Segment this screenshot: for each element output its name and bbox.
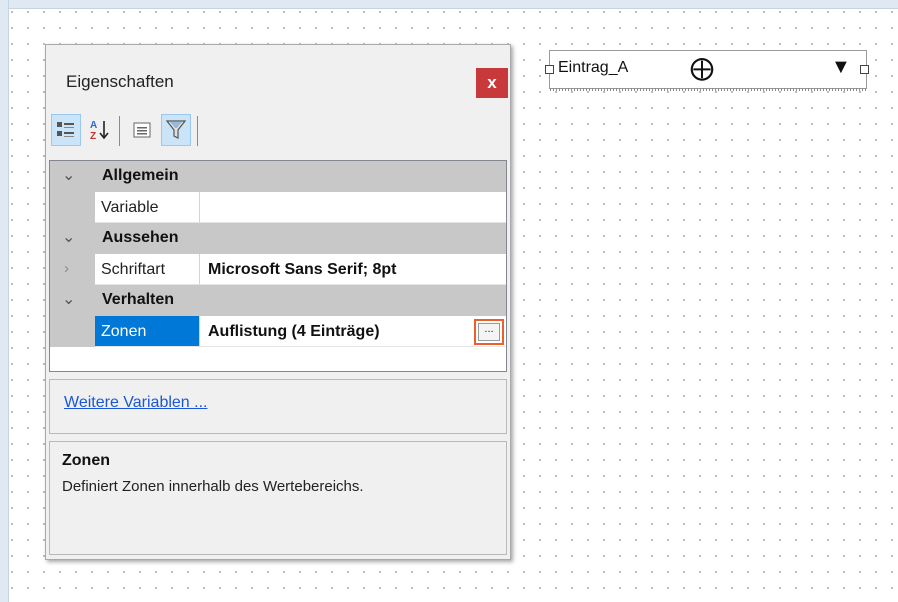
panel-toolbar: A Z	[49, 110, 507, 152]
category-label: Verhalten	[102, 291, 175, 308]
toolbar-separator	[119, 116, 120, 146]
row-margin	[50, 316, 95, 347]
close-button[interactable]: x	[476, 68, 508, 98]
property-value[interactable]: Microsoft Sans Serif; 8pt	[200, 254, 506, 285]
description-area: Zonen Definiert Zonen innerhalb des Wert…	[49, 441, 507, 555]
filter-button[interactable]	[161, 114, 191, 146]
category-verhalten[interactable]: ⌄ Verhalten	[50, 285, 506, 316]
properties-panel: Eigenschaften x A Z ⌄ Allgemein Variable…	[45, 44, 511, 560]
widget-label: Eintrag_A	[558, 59, 629, 76]
property-row-schriftart[interactable]: › Schriftart Microsoft Sans Serif; 8pt	[50, 254, 506, 285]
property-pages-button[interactable]	[127, 114, 157, 146]
sort-alpha-button[interactable]: A Z	[85, 114, 115, 146]
filter-icon	[166, 120, 186, 139]
categorized-icon	[57, 122, 74, 137]
svg-text:A: A	[90, 120, 97, 131]
chevron-down-icon[interactable]: ⌄	[62, 289, 75, 309]
resize-handle-left[interactable]	[545, 65, 554, 74]
property-value[interactable]	[200, 192, 506, 223]
combobox-widget[interactable]: Eintrag_A ⨁ ▼	[545, 50, 869, 91]
chevron-down-icon[interactable]: ⌄	[62, 227, 75, 247]
property-row-variable[interactable]: Variable	[50, 192, 506, 223]
toolbar-separator	[197, 116, 198, 146]
more-variables-link[interactable]: Weitere Variablen ...	[64, 394, 207, 412]
description-text: Definiert Zonen innerhalb des Werteberei…	[62, 478, 364, 495]
sort-alpha-icon: A Z	[90, 120, 109, 142]
ellipsis-label: ...	[478, 323, 500, 341]
dropdown-arrow-icon[interactable]: ▼	[831, 56, 851, 79]
panel-title: Eigenschaften	[66, 72, 174, 91]
property-row-zonen[interactable]: Zonen Auflistung (4 Einträge) ...	[50, 316, 506, 347]
resize-handle-right[interactable]	[860, 65, 869, 74]
property-name: Zonen	[95, 316, 200, 347]
categorized-button[interactable]	[51, 114, 81, 146]
property-name: Variable	[95, 192, 200, 223]
property-name: Schriftart	[95, 254, 200, 285]
category-label: Aussehen	[102, 229, 179, 246]
row-margin	[50, 192, 95, 223]
chevron-right-icon[interactable]: ›	[64, 260, 69, 277]
link-area: Weitere Variablen ...	[49, 379, 507, 434]
svg-text:Z: Z	[90, 131, 96, 142]
chevron-down-icon[interactable]: ⌄	[62, 165, 75, 185]
property-pages-icon	[133, 122, 151, 138]
canvas-left-border	[0, 0, 9, 602]
category-label: Allgemein	[102, 167, 179, 184]
widget-selection-border	[550, 88, 866, 91]
row-margin	[50, 254, 95, 285]
property-grid: ⌄ Allgemein Variable ⌄ Aussehen › Schrif…	[49, 160, 507, 372]
close-icon: x	[487, 73, 497, 92]
category-allgemein[interactable]: ⌄ Allgemein	[50, 161, 506, 192]
move-icon[interactable]: ⨁	[690, 54, 714, 83]
ellipsis-button[interactable]: ...	[474, 319, 504, 345]
category-aussehen[interactable]: ⌄ Aussehen	[50, 223, 506, 254]
property-value[interactable]: Auflistung (4 Einträge)	[200, 316, 506, 347]
description-title: Zonen	[62, 452, 110, 469]
canvas-top-border	[0, 0, 898, 9]
